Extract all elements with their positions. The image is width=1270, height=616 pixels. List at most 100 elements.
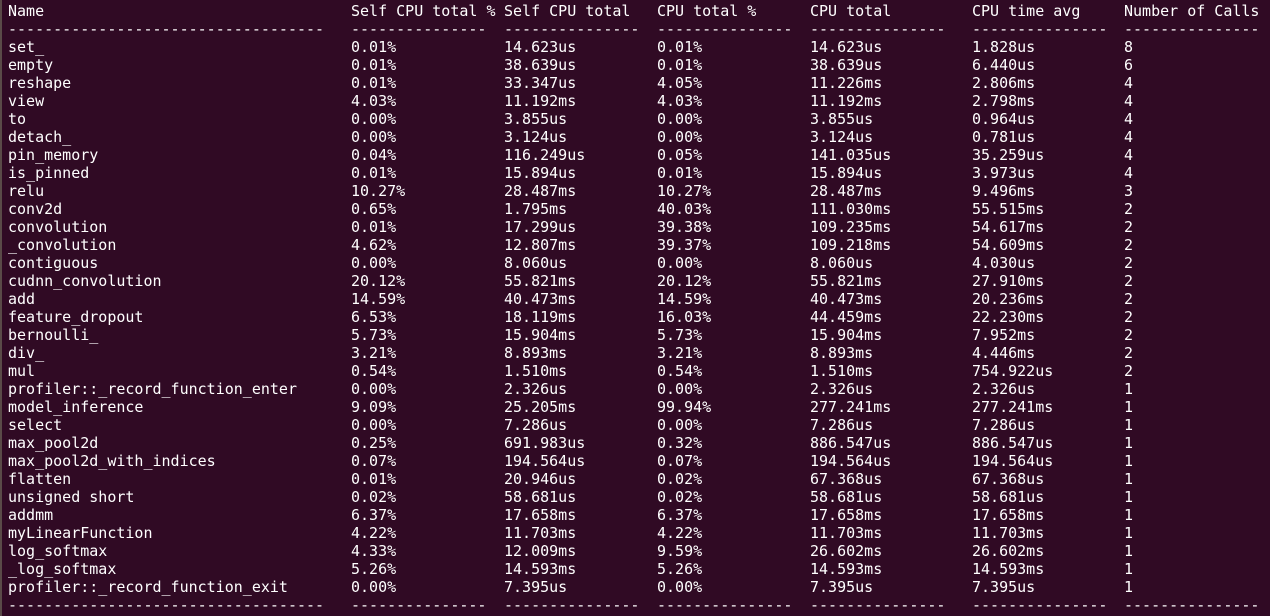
cell-self-cpu-total-pct: 0.01% [351, 164, 397, 182]
cell-cpu-total: 8.893ms [810, 344, 874, 362]
cell-self-cpu-total-pct: 0.01% [351, 74, 397, 92]
cell-name: profiler::_record_function_enter [8, 380, 297, 398]
header-self-cpu-total: Self CPU total [504, 2, 631, 20]
cell-number-of-calls: 1 [1124, 560, 1134, 578]
cell-number-of-calls: 4 [1124, 164, 1134, 182]
cell-cpu-total-pct: 0.00% [657, 110, 703, 128]
cell-name: set_ [8, 38, 45, 56]
cell-self-cpu-total: 28.487ms [504, 182, 577, 200]
cell-cpu-time-avg: 20.236ms [972, 290, 1045, 308]
cell-self-cpu-total-pct: 0.02% [351, 488, 397, 506]
cell-cpu-total: 15.894us [810, 164, 883, 182]
cell-name: detach_ [8, 128, 72, 146]
header-self-cpu-total-pct: Self CPU total % [351, 2, 496, 20]
cell-name: to [8, 110, 27, 128]
cell-cpu-time-avg: 0.781us [972, 128, 1036, 146]
cell-cpu-time-avg: 26.602ms [972, 542, 1045, 560]
cell-cpu-total-pct: 5.26% [657, 560, 703, 578]
table-row: mul 0.54% 1.510ms 0.54% 1.510ms 754.922us 2 [0, 362, 1270, 380]
cell-self-cpu-total-pct: 3.21% [351, 344, 397, 362]
cell-cpu-total-pct: 14.59% [657, 290, 712, 308]
terminal-window[interactable]: Name Self CPU total % Self CPU total CPU… [0, 0, 1270, 616]
cell-number-of-calls: 4 [1124, 92, 1134, 110]
cell-number-of-calls: 4 [1124, 74, 1134, 92]
cell-cpu-total-pct: 16.03% [657, 308, 712, 326]
cell-cpu-total: 141.035us [810, 146, 892, 164]
cell-cpu-time-avg: 754.922us [972, 362, 1054, 380]
cell-name: reshape [8, 74, 72, 92]
table-row: _log_softmax 5.26% 14.593ms 5.26% 14.593ms 14… [0, 560, 1270, 578]
cell-cpu-total-pct: 0.00% [657, 578, 703, 596]
cell-cpu-time-avg: 7.952ms [972, 326, 1036, 344]
cell-self-cpu-total: 55.821ms [504, 272, 577, 290]
cell-cpu-total: 2.326us [810, 380, 874, 398]
cell-number-of-calls: 4 [1124, 146, 1134, 164]
cell-cpu-total-pct: 39.38% [657, 218, 712, 236]
table-row: is_pinned 0.01% 15.894us 0.01% 15.894us 3.973… [0, 164, 1270, 182]
header-cpu-total-pct: CPU total % [657, 2, 757, 20]
cell-cpu-total-pct: 5.73% [657, 326, 703, 344]
separator-segment: --------------- [504, 596, 640, 614]
cell-cpu-total-pct: 0.00% [657, 254, 703, 272]
cell-self-cpu-total-pct: 6.53% [351, 308, 397, 326]
cell-number-of-calls: 2 [1124, 308, 1134, 326]
table-row: detach_ 0.00% 3.124us 0.00% 3.124us 0.781us 4 [0, 128, 1270, 146]
cell-number-of-calls: 4 [1124, 110, 1134, 128]
cell-cpu-total-pct: 0.00% [657, 128, 703, 146]
cell-self-cpu-total-pct: 0.25% [351, 434, 397, 452]
table-row: flatten 0.01% 20.946us 0.02% 67.368us 67.368u… [0, 470, 1270, 488]
cell-name: model_inference [8, 398, 144, 416]
cell-name: mul [8, 362, 36, 380]
cell-cpu-total: 14.623us [810, 38, 883, 56]
cell-name: _convolution [8, 236, 117, 254]
cell-cpu-total-pct: 0.01% [657, 38, 703, 56]
cell-cpu-total-pct: 9.59% [657, 542, 703, 560]
cell-self-cpu-total-pct: 0.01% [351, 218, 397, 236]
cell-cpu-time-avg: 886.547us [972, 434, 1054, 452]
cell-cpu-total-pct: 99.94% [657, 398, 712, 416]
cell-number-of-calls: 1 [1124, 578, 1134, 596]
cell-number-of-calls: 1 [1124, 380, 1134, 398]
table-row: bernoulli_ 5.73% 15.904ms 5.73% 15.904ms 7.95… [0, 326, 1270, 344]
cell-name: is_pinned [8, 164, 90, 182]
cell-self-cpu-total: 33.347us [504, 74, 577, 92]
cell-number-of-calls: 1 [1124, 524, 1134, 542]
cell-cpu-total: 67.368us [810, 470, 883, 488]
cell-number-of-calls: 2 [1124, 272, 1134, 290]
cell-name: pin_memory [8, 146, 99, 164]
separator-segment: --------------- [810, 20, 946, 38]
cell-number-of-calls: 8 [1124, 38, 1134, 56]
cell-cpu-total: 44.459ms [810, 308, 883, 326]
table-row: max_pool2d 0.25% 691.983us 0.32% 886.547us 88… [0, 434, 1270, 452]
table-row: conv2d 0.65% 1.795ms 40.03% 111.030ms 55.515m… [0, 200, 1270, 218]
cell-cpu-time-avg: 2.326us [972, 380, 1036, 398]
cell-self-cpu-total: 8.060us [504, 254, 568, 272]
cell-self-cpu-total-pct: 6.37% [351, 506, 397, 524]
cell-self-cpu-total: 12.009ms [504, 542, 577, 560]
cell-name: bernoulli_ [8, 326, 99, 344]
cell-self-cpu-total-pct: 14.59% [351, 290, 406, 308]
cell-number-of-calls: 2 [1124, 290, 1134, 308]
cell-name: div_ [8, 344, 45, 362]
table-row: profiler::_record_function_exit 0.00% 7.39… [0, 578, 1270, 596]
cell-cpu-total: 194.564us [810, 452, 892, 470]
table-row: contiguous 0.00% 8.060us 0.00% 8.060us 4.030u… [0, 254, 1270, 272]
separator-segment: --------------- [810, 596, 946, 614]
table-row: select 0.00% 7.286us 0.00% 7.286us 7.286us 1 [0, 416, 1270, 434]
table-row: _convolution 4.62% 12.807ms 39.37% 109.218ms… [0, 236, 1270, 254]
table-row: model_inference 9.09% 25.205ms 99.94% 277.24… [0, 398, 1270, 416]
cell-self-cpu-total: 8.893ms [504, 344, 568, 362]
cell-self-cpu-total: 12.807ms [504, 236, 577, 254]
cell-cpu-total: 8.060us [810, 254, 874, 272]
cell-self-cpu-total: 194.564us [504, 452, 586, 470]
cell-name: conv2d [8, 200, 63, 218]
header-number-of-calls: Number of Calls [1124, 2, 1260, 20]
cell-self-cpu-total: 25.205ms [504, 398, 577, 416]
cell-cpu-time-avg: 54.617ms [972, 218, 1045, 236]
cell-number-of-calls: 6 [1124, 56, 1134, 74]
cell-self-cpu-total-pct: 0.00% [351, 110, 397, 128]
separator-segment: ----------------------------------- [8, 20, 325, 38]
cell-self-cpu-total-pct: 0.00% [351, 128, 397, 146]
cell-cpu-total-pct: 20.12% [657, 272, 712, 290]
cell-cpu-total-pct: 0.02% [657, 470, 703, 488]
